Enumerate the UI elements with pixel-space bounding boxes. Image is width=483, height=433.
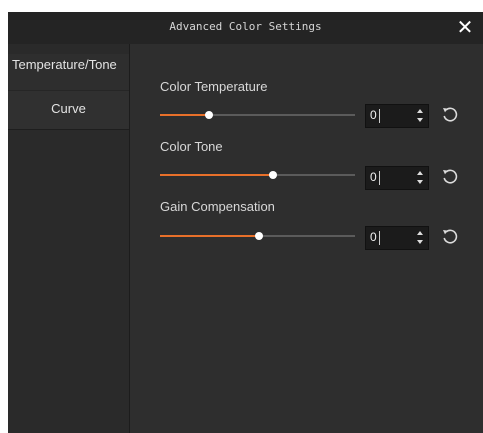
spinbox-arrows[interactable]: [415, 228, 425, 248]
chevron-down-icon[interactable]: [417, 180, 423, 184]
chevron-up-icon[interactable]: [417, 231, 423, 235]
slider-thumb[interactable]: [255, 232, 263, 240]
close-icon[interactable]: ✕: [453, 15, 477, 39]
title-bar[interactable]: Advanced Color Settings ✕: [8, 12, 483, 44]
color-tone-slider[interactable]: [160, 171, 355, 179]
text-cursor: [379, 109, 380, 123]
gain-compensation-label: Gain Compensation: [160, 199, 275, 214]
color-temperature-spinbox[interactable]: 0: [365, 104, 429, 128]
text-cursor: [379, 231, 380, 245]
spinbox-value: 0: [370, 108, 377, 122]
spinbox-value: 0: [370, 170, 377, 184]
tab-curve[interactable]: Curve: [8, 90, 129, 130]
reset-icon[interactable]: [441, 228, 459, 246]
text-cursor: [379, 171, 380, 185]
tab-label: Temperature/Tone: [12, 57, 117, 72]
chevron-up-icon[interactable]: [417, 171, 423, 175]
slider-thumb[interactable]: [269, 171, 277, 179]
slider-fill: [160, 235, 259, 237]
color-tone-label: Color Tone: [160, 139, 223, 154]
reset-icon[interactable]: [441, 106, 459, 124]
slider-thumb[interactable]: [205, 111, 213, 119]
sidebar: Temperature/Tone Curve: [8, 44, 130, 433]
reset-icon[interactable]: [441, 168, 459, 186]
color-temperature-label: Color Temperature: [160, 79, 268, 94]
chevron-up-icon[interactable]: [417, 109, 423, 113]
advanced-color-settings-dialog: Advanced Color Settings ✕ Temperature/To…: [8, 12, 483, 433]
gain-compensation-spinbox[interactable]: 0: [365, 226, 429, 250]
spinbox-arrows[interactable]: [415, 168, 425, 188]
dialog-title: Advanced Color Settings: [169, 20, 322, 33]
spinbox-arrows[interactable]: [415, 106, 425, 126]
color-temperature-slider[interactable]: [160, 111, 355, 119]
tab-temperature-tone[interactable]: Temperature/Tone: [8, 54, 129, 90]
gain-compensation-slider[interactable]: [160, 232, 355, 240]
chevron-down-icon[interactable]: [417, 240, 423, 244]
slider-fill: [160, 174, 273, 176]
spinbox-value: 0: [370, 230, 377, 244]
tab-label: Curve: [51, 101, 86, 116]
slider-fill: [160, 114, 209, 116]
chevron-down-icon[interactable]: [417, 118, 423, 122]
color-tone-spinbox[interactable]: 0: [365, 166, 429, 190]
